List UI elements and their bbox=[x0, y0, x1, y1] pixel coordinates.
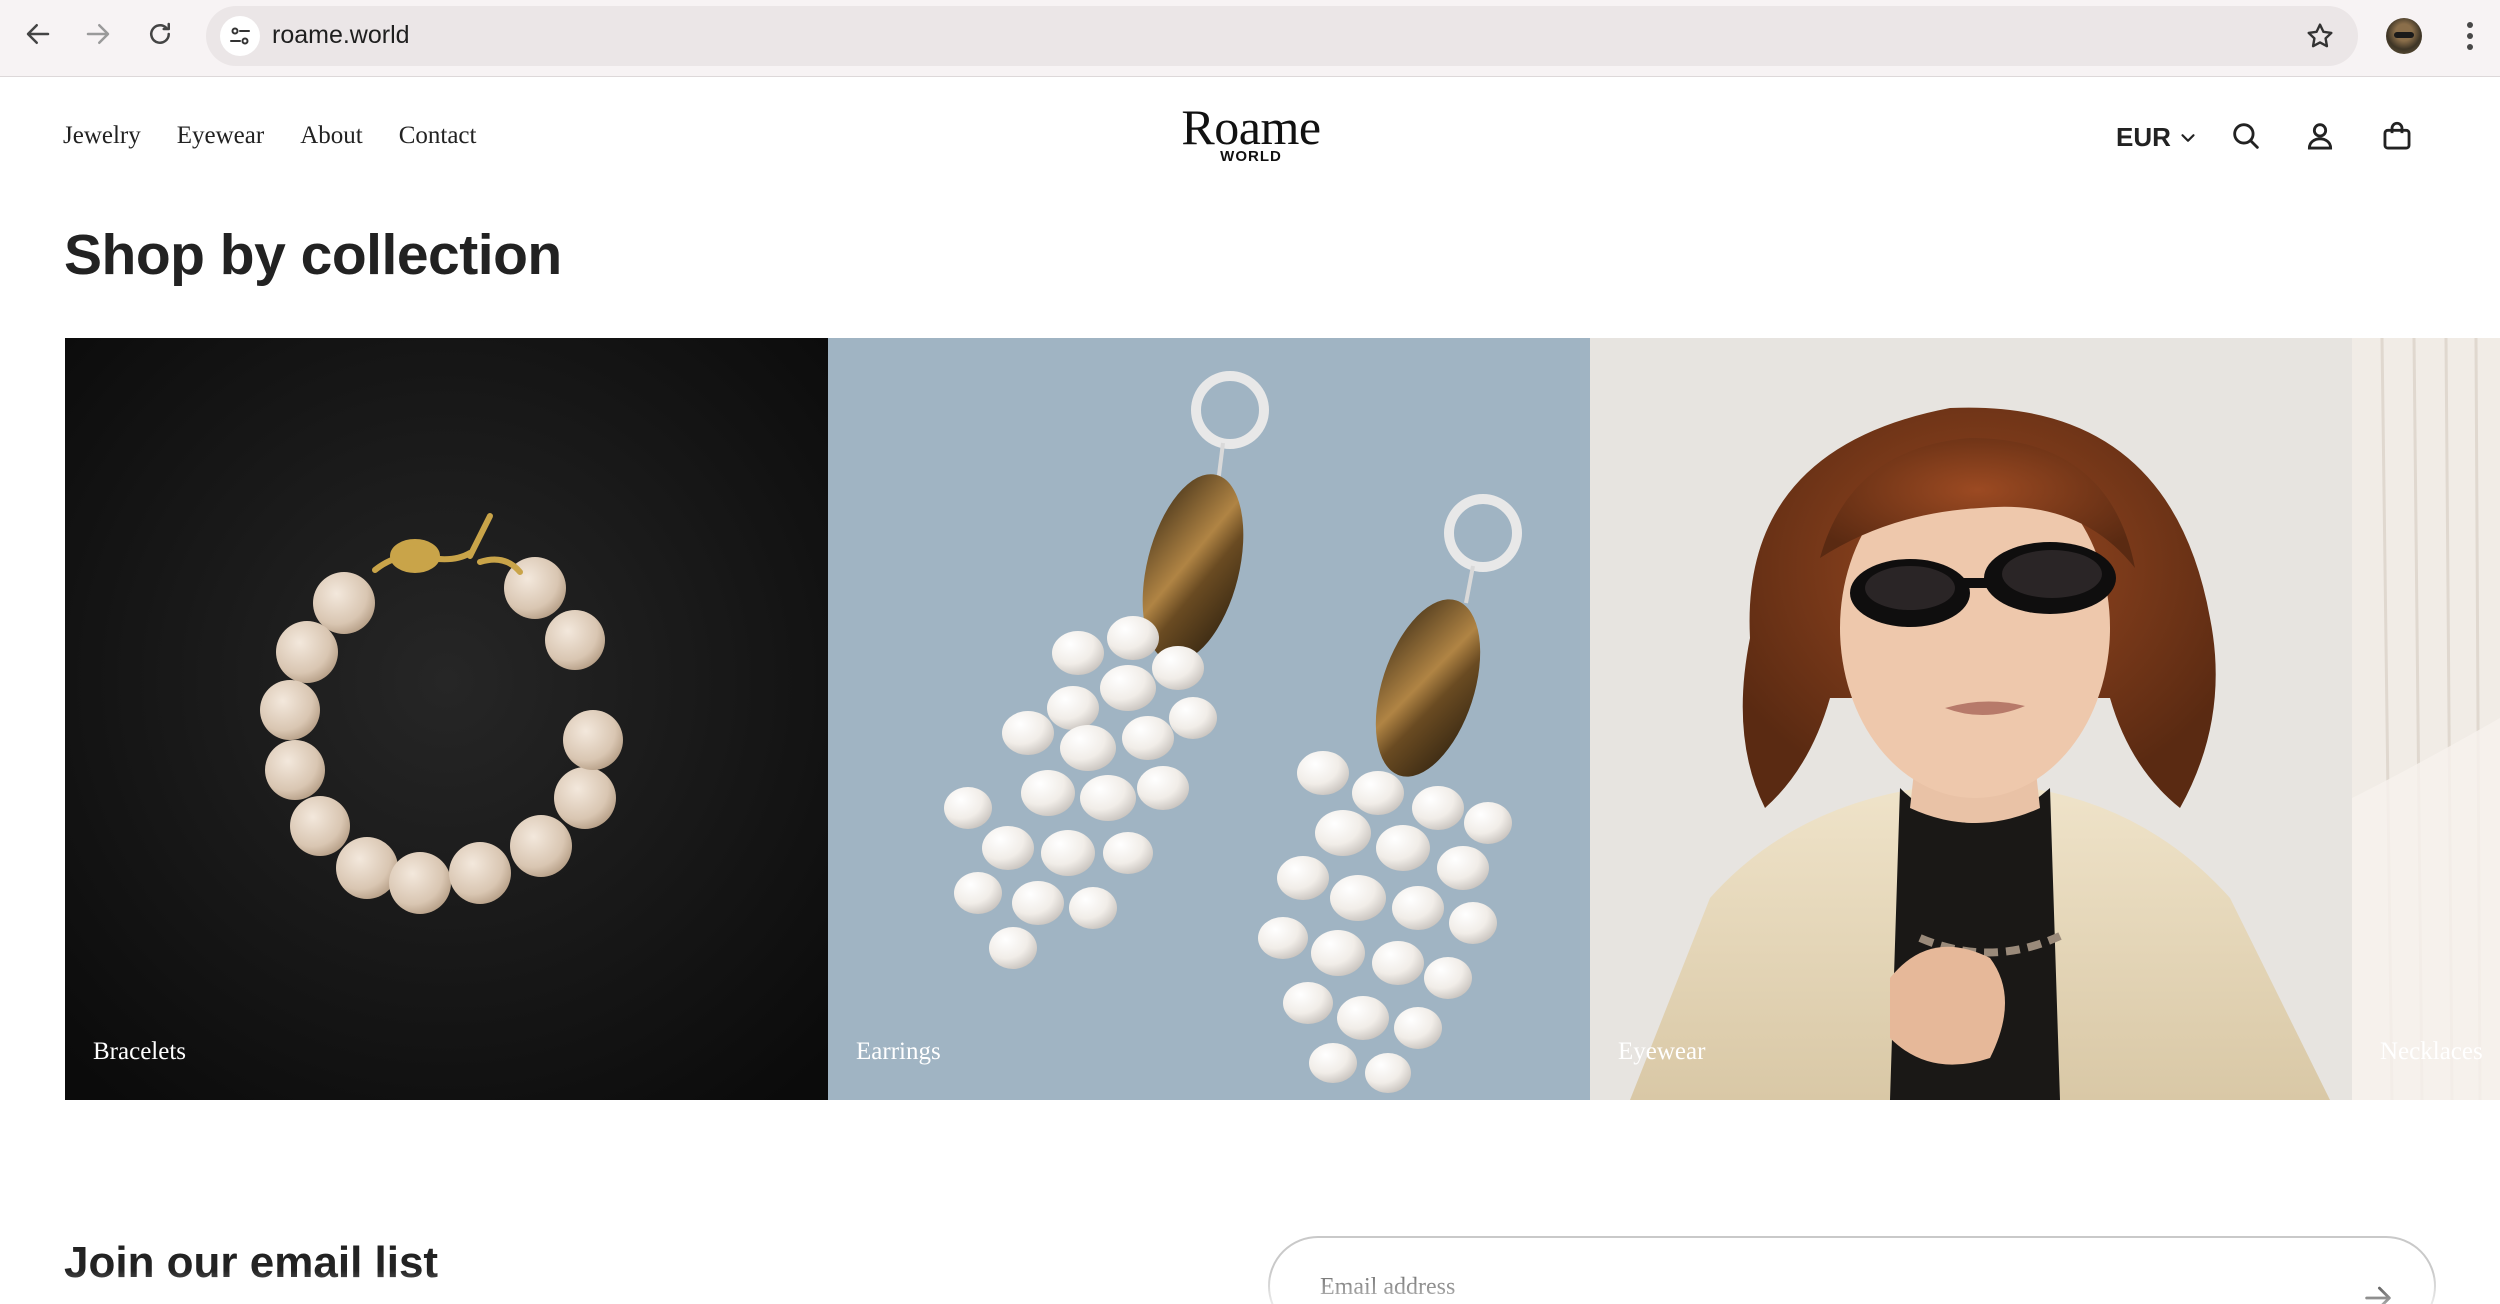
site-info-button[interactable] bbox=[220, 16, 260, 56]
subscribe-button[interactable] bbox=[2358, 1278, 2398, 1304]
vertical-dots-icon bbox=[2467, 22, 2473, 28]
star-icon[interactable] bbox=[2304, 20, 2336, 52]
reload-icon bbox=[150, 22, 170, 44]
logo-wordmark: Roame bbox=[1181, 99, 1321, 155]
eyewear-image bbox=[1590, 338, 2352, 1100]
dot bbox=[2467, 33, 2473, 39]
site-header: Jewelry Eyewear About Contact Roame WORL… bbox=[0, 78, 2500, 198]
collection-tile-earrings[interactable]: Earrings bbox=[828, 338, 1590, 1100]
logo-subtitle: WORLD bbox=[1220, 148, 1282, 165]
earrings-image bbox=[828, 338, 1590, 1100]
arrow-left-icon bbox=[26, 24, 50, 44]
nav-link-eyewear[interactable]: Eyewear bbox=[177, 122, 264, 150]
collection-carousel: Bracelets Earrings Eyewear Necklaces bbox=[65, 338, 2500, 1100]
nav-link-about[interactable]: About bbox=[300, 122, 363, 150]
chevron-down-icon bbox=[2181, 133, 2195, 142]
account-icon bbox=[2307, 123, 2333, 150]
collection-tile-eyewear[interactable]: Eyewear bbox=[1590, 338, 2352, 1100]
email-input[interactable] bbox=[1320, 1274, 2220, 1301]
main-nav: Jewelry Eyewear About Contact bbox=[63, 122, 476, 150]
bracelet-image bbox=[65, 338, 828, 1100]
tune-icon bbox=[230, 27, 250, 45]
tile-label: Necklaces bbox=[2380, 1038, 2483, 1065]
browser-toolbar: roame.world bbox=[0, 0, 2500, 77]
arrow-right-icon bbox=[86, 24, 110, 44]
nav-link-contact[interactable]: Contact bbox=[399, 122, 477, 150]
dot bbox=[2467, 44, 2473, 50]
cart-icon bbox=[2383, 121, 2411, 150]
tile-label: Bracelets bbox=[93, 1038, 187, 1065]
reload-button[interactable] bbox=[140, 14, 180, 54]
currency-label: EUR bbox=[2116, 122, 2171, 152]
address-bar[interactable]: roame.world bbox=[206, 6, 2358, 66]
newsletter-title: Join our email list bbox=[64, 1238, 439, 1287]
account-button[interactable] bbox=[2300, 116, 2340, 156]
section-title: Shop by collection bbox=[64, 223, 562, 287]
back-button[interactable] bbox=[18, 14, 58, 54]
collection-tile-bracelets[interactable]: Bracelets bbox=[65, 338, 828, 1100]
url-text[interactable]: roame.world bbox=[272, 21, 410, 50]
necklaces-image bbox=[2352, 338, 2500, 1100]
tile-label: Eyewear bbox=[1618, 1038, 1706, 1065]
forward-button[interactable] bbox=[78, 14, 118, 54]
avatar[interactable] bbox=[2386, 18, 2422, 54]
currency-selector[interactable]: EUR bbox=[2116, 122, 2199, 153]
search-icon bbox=[2233, 123, 2259, 149]
newsletter-form bbox=[1268, 1236, 2436, 1304]
search-button[interactable] bbox=[2226, 116, 2266, 156]
arrow-right-icon bbox=[2365, 1286, 2391, 1304]
logo[interactable]: Roame WORLD bbox=[1150, 100, 1352, 165]
nav-link-jewelry[interactable]: Jewelry bbox=[63, 122, 141, 150]
collection-tile-necklaces[interactable]: Necklaces bbox=[2352, 338, 2500, 1100]
cart-button[interactable] bbox=[2377, 116, 2417, 156]
tile-label: Earrings bbox=[856, 1038, 941, 1065]
browser-menu-button[interactable] bbox=[2452, 16, 2488, 56]
